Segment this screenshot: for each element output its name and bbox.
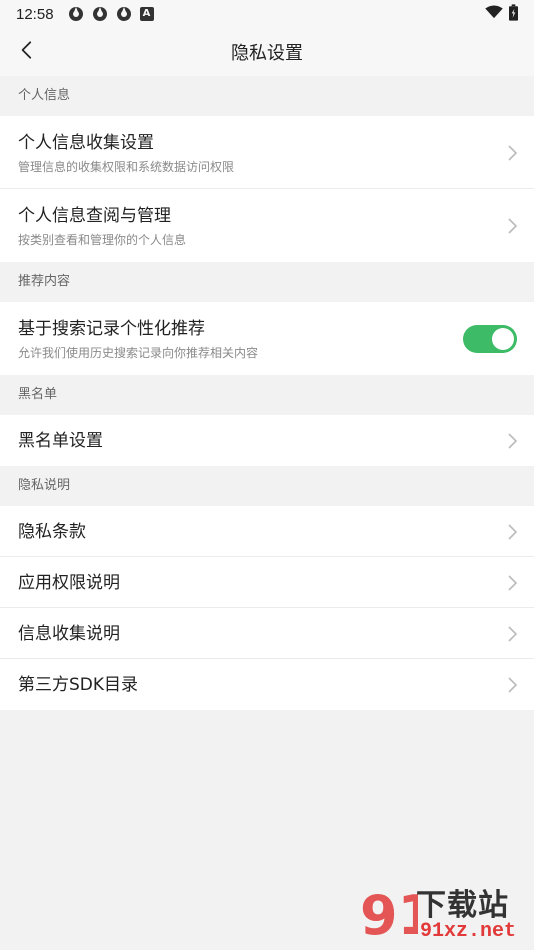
status-bar: 12:58 A	[0, 0, 534, 28]
watermark-url: 91xz.net	[420, 920, 517, 943]
row-title: 第三方SDK目录	[18, 674, 139, 695]
battery-icon	[509, 3, 518, 25]
app-notification-icon	[116, 6, 132, 22]
app-notification-icon	[68, 6, 84, 22]
row-info-collection-notes[interactable]: 信息收集说明	[0, 608, 534, 659]
app-bar: 隐私设置	[0, 28, 534, 76]
row-subtitle: 允许我们使用历史搜索记录向你推荐相关内容	[18, 345, 259, 360]
row-title: 隐私条款	[18, 521, 86, 542]
row-subtitle: 按类别查看和管理你的个人信息	[18, 232, 187, 247]
text-notification-icon: A	[139, 7, 154, 21]
row-personal-info-collection[interactable]: 个人信息收集设置 管理信息的收集权限和系统数据访问权限	[0, 116, 534, 189]
chevron-right-icon	[508, 676, 518, 693]
row-title: 个人信息查阅与管理	[18, 205, 171, 226]
status-time: 12:58	[16, 5, 54, 23]
watermark-logo-icon: 91	[360, 884, 418, 946]
chevron-right-icon	[508, 625, 518, 642]
row-personalized-recommendation: 基于搜索记录个性化推荐 允许我们使用历史搜索记录向你推荐相关内容	[0, 302, 534, 375]
chevron-right-icon	[508, 574, 518, 591]
watermark-brand: 下载站	[416, 888, 509, 923]
chevron-right-icon	[508, 523, 518, 540]
row-title: 个人信息收集设置	[18, 132, 154, 153]
back-button[interactable]	[8, 34, 44, 70]
row-third-party-sdk[interactable]: 第三方SDK目录	[0, 659, 534, 710]
chevron-right-icon	[508, 432, 518, 449]
row-title: 应用权限说明	[18, 572, 120, 593]
section-header-privacy-notes: 隐私说明	[0, 466, 534, 506]
svg-text:91: 91	[360, 884, 418, 946]
app-notification-icon	[92, 6, 108, 22]
row-blacklist-settings[interactable]: 黑名单设置	[0, 415, 534, 466]
chevron-right-icon	[508, 217, 518, 234]
toggle-knob	[492, 327, 514, 350]
section-header-personal-info: 个人信息	[0, 76, 534, 116]
wifi-icon	[485, 5, 503, 23]
back-arrow-icon	[20, 40, 32, 64]
chevron-right-icon	[508, 144, 518, 161]
watermark: 91 下载站 91xz.net	[358, 880, 530, 948]
section-header-blacklist: 黑名单	[0, 375, 534, 415]
page-title: 隐私设置	[231, 43, 303, 64]
row-title: 基于搜索记录个性化推荐	[18, 318, 205, 339]
row-subtitle: 管理信息的收集权限和系统数据访问权限	[18, 159, 235, 174]
row-app-permissions[interactable]: 应用权限说明	[0, 557, 534, 608]
row-title: 信息收集说明	[18, 623, 120, 644]
section-header-recommendation: 推荐内容	[0, 262, 534, 302]
row-title: 黑名单设置	[18, 430, 103, 451]
recommendation-toggle[interactable]	[463, 324, 517, 353]
row-personal-info-management[interactable]: 个人信息查阅与管理 按类别查看和管理你的个人信息	[0, 189, 534, 262]
row-privacy-terms[interactable]: 隐私条款	[0, 506, 534, 557]
